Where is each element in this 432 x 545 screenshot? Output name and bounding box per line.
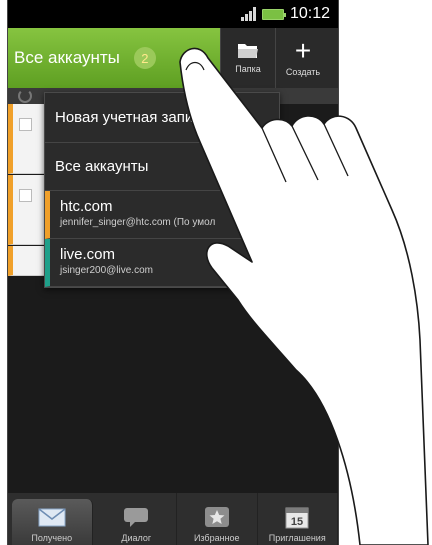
chat-icon bbox=[122, 504, 150, 530]
clock: 10:12 bbox=[289, 5, 330, 22]
account-address: jennifer_singer@htc.com (По умол bbox=[60, 217, 216, 228]
action-bar: Все аккаунты 2 Папка + Создать bbox=[8, 28, 338, 88]
account-name: live.com bbox=[60, 246, 116, 263]
create-button[interactable]: + Создать bbox=[275, 28, 330, 88]
star-icon bbox=[203, 504, 231, 530]
account-address: jsinger200@live.com bbox=[60, 265, 153, 276]
folder-button[interactable]: Папка bbox=[220, 28, 275, 88]
tab-label: Избранное bbox=[193, 533, 240, 543]
phone-screen: 10:12 Все аккаунты 2 Папка + Создать Нов… bbox=[7, 0, 339, 545]
folder-icon bbox=[238, 44, 258, 58]
tab-conversations[interactable]: Диалог bbox=[97, 493, 177, 545]
battery-icon bbox=[261, 8, 286, 20]
menu-item-live-account[interactable]: live.com jsinger200@live.com bbox=[45, 239, 279, 287]
plus-icon: + bbox=[294, 35, 312, 66]
envelope-icon bbox=[38, 504, 66, 530]
signal-icon bbox=[240, 7, 256, 21]
tab-invitations[interactable]: 15 Приглашения bbox=[258, 493, 338, 545]
bottom-tab-bar: Получено Диалог Избранное 15 Приглашения bbox=[8, 493, 338, 545]
calendar-icon: 15 bbox=[283, 504, 311, 530]
menu-item-all-accounts[interactable]: Все аккаунты bbox=[45, 143, 279, 191]
menu-item-new-account[interactable]: Новая учетная запис bbox=[45, 93, 279, 143]
account-title: Все аккаунты bbox=[14, 48, 120, 67]
checkbox[interactable] bbox=[19, 118, 32, 131]
accounts-dropdown-menu: Новая учетная запис Все аккаунты htc.com… bbox=[44, 92, 280, 288]
account-name: htc.com bbox=[60, 198, 113, 215]
checkbox[interactable] bbox=[19, 189, 32, 202]
tab-favorites[interactable]: Избранное bbox=[177, 493, 258, 545]
sync-icon[interactable] bbox=[18, 89, 32, 103]
tab-inbox[interactable]: Получено bbox=[12, 499, 93, 545]
calendar-day: 15 bbox=[291, 516, 303, 528]
status-bar: 10:12 bbox=[8, 0, 338, 28]
tab-label: Приглашения bbox=[268, 533, 326, 543]
menu-item-htc-account[interactable]: htc.com jennifer_singer@htc.com (По умол bbox=[45, 191, 279, 239]
account-selector-button[interactable]: Все аккаунты 2 bbox=[8, 28, 220, 88]
create-label: Создать bbox=[285, 67, 321, 77]
folder-label: Папка bbox=[235, 64, 261, 74]
unread-badge: 2 bbox=[133, 47, 156, 69]
tab-label: Диалог bbox=[121, 533, 152, 543]
tab-label: Получено bbox=[31, 533, 73, 543]
